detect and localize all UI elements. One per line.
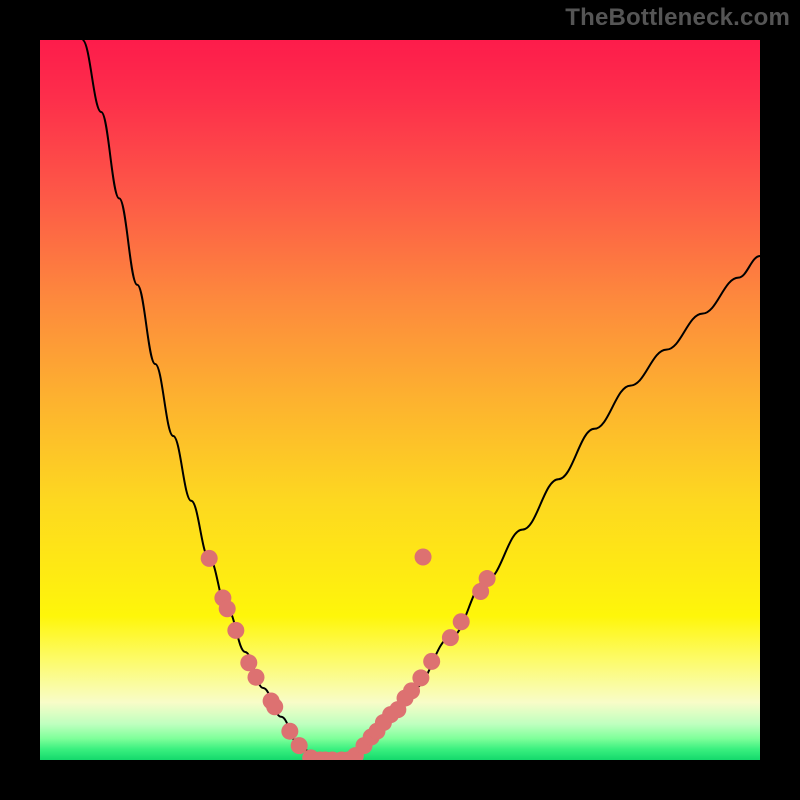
left-marker-0 <box>201 550 218 567</box>
bottleneck-curves <box>82 40 760 760</box>
left-marker-8 <box>281 723 298 740</box>
right-marker-8 <box>423 653 440 670</box>
curve-layer <box>40 40 760 760</box>
right-marker-12 <box>479 570 496 587</box>
right-marker-7 <box>412 669 429 686</box>
chart-container: TheBottleneck.com <box>0 0 800 800</box>
left-marker-5 <box>248 669 265 686</box>
watermark-text: TheBottleneck.com <box>565 4 790 32</box>
data-markers <box>201 548 496 760</box>
curve-left-curve <box>82 40 317 760</box>
plot-area <box>40 40 760 760</box>
left-marker-7 <box>266 698 283 715</box>
right-marker-10 <box>453 613 470 630</box>
left-marker-2 <box>219 600 236 617</box>
left-marker-4 <box>240 654 257 671</box>
right-marker-13 <box>415 548 432 565</box>
right-marker-9 <box>442 629 459 646</box>
left-marker-3 <box>227 622 244 639</box>
